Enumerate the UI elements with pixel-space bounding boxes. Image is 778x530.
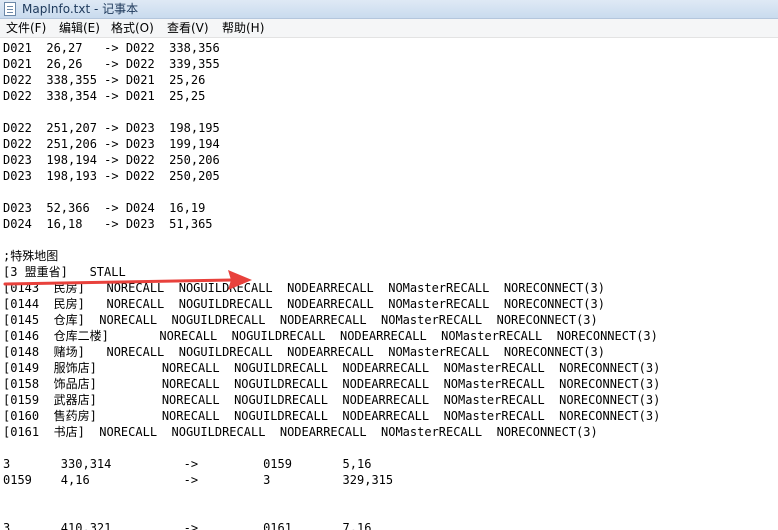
text-line: 3 410,321 -> 0161 7,16 xyxy=(3,521,372,530)
text-line: [0146 仓库二楼] NORECALL NOGUILDRECALL NODEA… xyxy=(3,329,658,343)
text-line: [0158 饰品店] NORECALL NOGUILDRECALL NODEAR… xyxy=(3,377,661,391)
text-line: 0159 4,16 -> 3 329,315 xyxy=(3,473,394,487)
text-line: D023 198,194 -> D022 250,206 xyxy=(3,153,220,167)
menu-file[interactable]: 文件(F) xyxy=(6,20,46,36)
text-line: [0160 售药房] NORECALL NOGUILDRECALL NODEAR… xyxy=(3,409,661,423)
title-bar[interactable]: MapInfo.txt - 记事本 xyxy=(0,0,778,19)
window-title: MapInfo.txt - 记事本 xyxy=(22,2,139,16)
text-line: ;特殊地图 xyxy=(3,249,59,263)
text-line: [0149 服饰店] NORECALL NOGUILDRECALL NODEAR… xyxy=(3,361,661,375)
text-line: [3 盟重省] STALL xyxy=(3,265,126,279)
text-line: [0148 赌场] NORECALL NOGUILDRECALL NODEARR… xyxy=(3,345,605,359)
text-line: D021 26,27 -> D022 338,356 xyxy=(3,41,220,55)
text-line: D022 338,354 -> D021 25,25 xyxy=(3,89,206,103)
menu-bar: 文件(F) 编辑(E) 格式(O) 查看(V) 帮助(H) xyxy=(0,19,778,38)
menu-view[interactable]: 查看(V) xyxy=(167,20,209,36)
menu-help[interactable]: 帮助(H) xyxy=(222,20,264,36)
text-line: [0144 民房] NORECALL NOGUILDRECALL NODEARR… xyxy=(3,297,605,311)
text-line: D022 338,355 -> D021 25,26 xyxy=(3,73,206,87)
text-line: [0143 民房] NORECALL NOGUILDRECALL NODEARR… xyxy=(3,281,605,295)
text-line: D023 198,193 -> D022 250,205 xyxy=(3,169,220,183)
notepad-window: MapInfo.txt - 记事本 文件(F) 编辑(E) 格式(O) 查看(V… xyxy=(0,0,778,530)
text-line: D022 251,207 -> D023 198,195 xyxy=(3,121,220,135)
menu-format[interactable]: 格式(O) xyxy=(111,20,154,36)
notepad-icon xyxy=(4,2,16,16)
text-line: [0145 仓库] NORECALL NOGUILDRECALL NODEARR… xyxy=(3,313,598,327)
text-line: D022 251,206 -> D023 199,194 xyxy=(3,137,220,151)
text-line: D021 26,26 -> D022 339,355 xyxy=(3,57,220,71)
menu-edit[interactable]: 编辑(E) xyxy=(59,20,100,36)
text-line: [0159 武器店] NORECALL NOGUILDRECALL NODEAR… xyxy=(3,393,661,407)
text-line: [0161 书店] NORECALL NOGUILDRECALL NODEARR… xyxy=(3,425,598,439)
text-line: 3 330,314 -> 0159 5,16 xyxy=(3,457,372,471)
text-line: D024 16,18 -> D023 51,365 xyxy=(3,217,213,231)
text-editor[interactable]: D021 26,27 -> D022 338,356 D021 26,26 ->… xyxy=(0,38,778,530)
text-line: D023 52,366 -> D024 16,19 xyxy=(3,201,206,215)
